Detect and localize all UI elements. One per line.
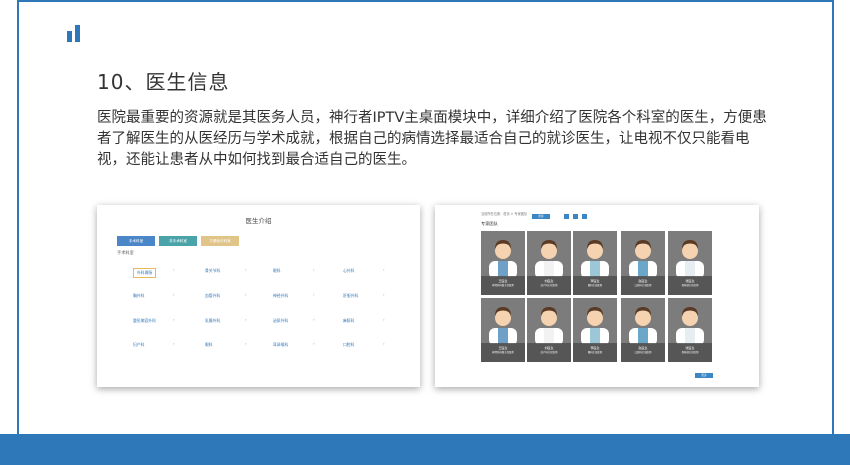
doctor-description: 口腔科主治医师 [634,351,652,354]
doctor-card[interactable]: 刘医生 妇产科主任医师 [527,231,571,295]
doctor-avatar-icon [581,240,609,279]
description-paragraph: 医院最重要的资源就是其医务人员，神行者IPTV主桌面模块中，详细介绍了医院各个科… [97,110,767,168]
convenience-dept-button[interactable]: 方便就诊科室 [201,236,239,246]
doctor-intro-screenshot: 医生介绍 手术科室 非手术科室 方便就诊科室 手术科室 外科胃肠 › 骨关节科 › 眼科… [97,205,420,387]
chevron-right-icon: › [173,341,175,346]
doctor-description: 神经外科副主任医师 [492,351,514,354]
chevron-right-icon: › [245,267,247,272]
doctor-avatar-icon [535,240,563,279]
doctor-avatar-icon [629,307,657,346]
doctor-card[interactable]: 李医生 眼科主治医师 [573,298,617,362]
search-button[interactable]: 搜索 [532,214,550,219]
doctor-description: 妇产科主任医师 [540,284,558,287]
department-item[interactable]: 泌尿外科 [273,318,288,324]
department-item[interactable]: 整形美容外科 [133,318,156,324]
chevron-right-icon: › [245,341,247,346]
expert-team-screenshot: 当前所在位置：首页 > 专家团队 搜索 专家团队 王医生 神经外科副主任医师 刘医生… [435,205,759,387]
section-header: 专家团队 [481,221,498,226]
surgical-dept-button[interactable]: 手术科室 [117,236,155,246]
department-item[interactable]: 血管外科 [205,293,220,299]
logo-bars-icon [67,24,83,42]
section-subtitle: 手术科室 [117,250,134,255]
doctor-card[interactable]: 张医生 骨科副主任医师 [668,231,712,295]
department-item[interactable]: 外科胃肠 [133,268,157,278]
department-item[interactable]: 耳鼻喉科 [273,342,288,348]
doctor-avatar-icon [629,240,657,279]
department-item[interactable]: 心外科 [343,268,354,274]
chevron-right-icon: › [173,267,175,272]
doctor-card[interactable]: 赵医生 口腔科主治医师 [621,231,665,295]
chevron-right-icon: › [313,292,315,297]
doctor-card[interactable]: 张医生 骨科副主任医师 [668,298,712,362]
doctor-description: 眼科主治医师 [587,284,603,287]
department-item[interactable]: 麻醉科 [343,318,354,324]
doctor-avatar-icon [535,307,563,346]
doctor-avatar-icon [489,240,517,279]
screenshot-title: 医生介绍 [245,217,272,225]
department-item[interactable]: 乳腺外科 [205,318,220,324]
department-item[interactable]: 眼科 [205,342,213,348]
department-item[interactable]: 胸外科 [133,293,144,299]
doctor-description: 眼科主治医师 [587,351,603,354]
non-surgical-dept-button[interactable]: 非手术科室 [159,236,197,246]
chevron-right-icon: › [383,292,385,297]
page-3-button[interactable] [582,214,587,219]
doctor-avatar-icon [676,240,704,279]
footer-bar [0,434,850,465]
doctor-description: 口腔科主治医师 [634,284,652,287]
doctor-card[interactable]: 李医生 眼科主治医师 [573,231,617,295]
chevron-right-icon: › [313,341,315,346]
doctor-card[interactable]: 赵医生 口腔科主治医师 [621,298,665,362]
chevron-right-icon: › [383,317,385,322]
chevron-right-icon: › [245,317,247,322]
department-item[interactable]: 口腔科 [343,342,354,348]
doctor-avatar-icon [676,307,704,346]
chevron-right-icon: › [173,292,175,297]
doctor-card[interactable]: 王医生 神经外科副主任医师 [481,231,525,295]
doctor-avatar-icon [581,307,609,346]
breadcrumb: 当前所在位置：首页 > 专家团队 [481,212,528,216]
page-1-button[interactable] [564,214,569,219]
chevron-right-icon: › [245,292,247,297]
department-item[interactable]: 妇产科 [133,342,144,348]
doctor-description: 骨科副主任医师 [681,351,699,354]
doctor-description: 妇产科主任医师 [540,351,558,354]
department-item[interactable]: 神经外科 [273,293,288,299]
doctor-description: 骨科副主任医师 [681,284,699,287]
doctor-card[interactable]: 王医生 神经外科副主任医师 [481,298,525,362]
department-item[interactable]: 肝胆外科 [343,293,358,299]
chevron-right-icon: › [173,317,175,322]
chevron-right-icon: › [383,341,385,346]
chevron-right-icon: › [383,267,385,272]
doctor-description: 神经外科副主任医师 [492,284,514,287]
page-title: 10、医生信息 [97,70,230,94]
doctor-card[interactable]: 刘医生 妇产科主任医师 [527,298,571,362]
department-item[interactable]: 眼科 [273,268,281,274]
more-button[interactable]: 更多 [695,373,713,378]
chevron-right-icon: › [313,267,315,272]
page-2-button[interactable] [573,214,578,219]
doctor-avatar-icon [489,307,517,346]
chevron-right-icon: › [313,317,315,322]
department-item[interactable]: 骨关节科 [205,268,220,274]
